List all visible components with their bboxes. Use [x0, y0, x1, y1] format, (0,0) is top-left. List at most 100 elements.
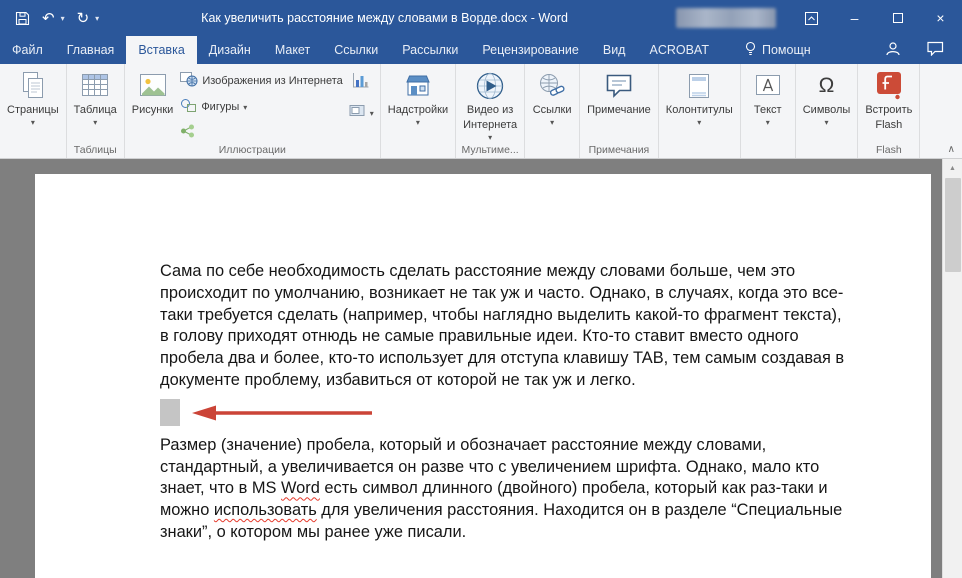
illustrations-mini-column: ▾ — [346, 66, 377, 122]
maximize-button[interactable] — [876, 0, 919, 36]
screenshot-button[interactable]: ▾ — [346, 103, 377, 122]
red-arrow-annotation — [184, 399, 376, 427]
tab-acrobat[interactable]: ACROBAT — [637, 36, 721, 64]
online-pictures-label: Изображения из Интернета — [202, 75, 342, 87]
scrollbar-thumb[interactable] — [945, 178, 961, 272]
text-dropdown-icon: ▾ — [766, 119, 770, 127]
addins-label: Надстройки — [388, 104, 448, 117]
ribbon-group-header-footer: Колонтитулы ▾ — [659, 64, 741, 158]
minimize-button[interactable]: – — [833, 0, 876, 36]
share-comment-icon[interactable] — [927, 41, 944, 59]
screenshot-icon — [349, 104, 366, 121]
ribbon-group-comments: Примечание Примечания — [580, 64, 659, 158]
tell-me-helper[interactable]: Помощн — [735, 36, 821, 64]
pictures-button[interactable]: Рисунки — [128, 66, 178, 117]
pages-dropdown-icon: ▾ — [31, 119, 35, 127]
group-label-comments: Примечания — [580, 144, 658, 156]
pages-icon — [20, 69, 46, 102]
links-button[interactable]: Ссылки ▾ — [528, 66, 576, 127]
pictures-icon — [138, 69, 168, 102]
symbols-label: Символы — [803, 104, 851, 117]
ribbon-group-flash: Встроить Flash Flash — [858, 64, 920, 158]
ribbon-group-symbols: Ω Символы ▾ — [796, 64, 859, 158]
ribbon-group-pages: Страницы ▾ — [0, 64, 67, 158]
quick-access-toolbar: ↶ ▾ ↻ ▾ — [0, 11, 99, 26]
embed-flash-label-line1: Встроить — [865, 104, 912, 117]
smartart-icon — [180, 124, 196, 141]
online-pictures-icon — [180, 71, 198, 90]
tab-design[interactable]: Дизайн — [197, 36, 263, 64]
paragraph-2[interactable]: Размер (значение) пробела, который и обо… — [160, 435, 847, 544]
redacted-username — [676, 8, 776, 28]
shapes-icon — [180, 98, 197, 116]
flash-icon — [876, 69, 902, 102]
document-text: Сама по себе необходимость сделать расст… — [160, 261, 847, 544]
online-video-label-line2: Интернета — [463, 119, 517, 132]
collapse-ribbon-button[interactable]: ∧ — [948, 144, 955, 155]
comment-button[interactable]: Примечание — [583, 66, 655, 117]
embed-flash-button[interactable]: Встроить Flash — [861, 66, 916, 132]
selected-space-highlight[interactable] — [160, 399, 180, 426]
save-icon[interactable] — [15, 11, 30, 26]
selected-space-line — [160, 398, 847, 428]
undo-icon[interactable]: ↶ — [42, 11, 55, 26]
spellcheck-underlined-word: Word — [281, 479, 320, 497]
ribbon-group-multimedia: Видео из Интернета ▾ Мультиме... — [456, 64, 525, 158]
scroll-up-button[interactable]: ▲ — [943, 159, 962, 177]
ribbon-display-options-button[interactable] — [790, 0, 833, 36]
vertical-scrollbar[interactable]: ▲ — [942, 159, 962, 578]
text-label: Текст — [754, 104, 782, 117]
links-label: Ссылки — [533, 104, 572, 117]
chart-button[interactable] — [352, 72, 370, 94]
ribbon-group-tables: Таблица ▾ Таблицы — [67, 64, 125, 158]
document-area: Сама по себе необходимость сделать расст… — [0, 159, 962, 578]
undo-dropdown-icon[interactable]: ▾ — [61, 14, 65, 23]
shapes-button[interactable]: Фигуры ▾ — [177, 97, 345, 117]
tab-references[interactable]: Ссылки — [322, 36, 390, 64]
table-icon — [80, 69, 110, 102]
online-video-dropdown-icon: ▾ — [488, 134, 492, 142]
screenshot-dropdown-icon: ▾ — [370, 110, 374, 118]
spellcheck-underlined-word: использовать — [214, 501, 317, 519]
addins-button[interactable]: Надстройки ▾ — [384, 66, 452, 127]
paragraph-1[interactable]: Сама по себе необходимость сделать расст… — [160, 261, 847, 392]
embed-flash-label-line2: Flash — [875, 119, 902, 132]
ribbon-insert: Страницы ▾ Таблица ▾ Таблицы Рисунки — [0, 64, 962, 159]
document-page[interactable]: Сама по себе необходимость сделать расст… — [35, 174, 931, 578]
window-controls: – × — [790, 0, 962, 36]
omega-icon: Ω — [819, 69, 835, 102]
shapes-label: Фигуры — [201, 101, 239, 113]
text-box-icon — [754, 69, 782, 102]
tab-insert[interactable]: Вставка — [126, 36, 196, 64]
sign-in-person-icon[interactable] — [885, 41, 901, 60]
tab-review[interactable]: Рецензирование — [470, 36, 591, 64]
text-button[interactable]: Текст ▾ — [744, 66, 792, 127]
header-footer-dropdown-icon: ▾ — [697, 119, 701, 127]
online-video-button[interactable]: Видео из Интернета ▾ — [459, 66, 521, 142]
redo-icon[interactable]: ↻ — [77, 11, 90, 26]
table-button[interactable]: Таблица ▾ — [70, 66, 121, 127]
close-button[interactable]: × — [919, 0, 962, 36]
ribbon-group-text: Текст ▾ — [741, 64, 796, 158]
tab-view[interactable]: Вид — [591, 36, 638, 64]
comment-label: Примечание — [587, 104, 651, 117]
comment-icon — [604, 69, 634, 102]
group-label-illustrations: Иллюстрации — [125, 144, 380, 156]
header-footer-label: Колонтитулы — [666, 104, 733, 117]
titlebar: ↶ ▾ ↻ ▾ Как увеличить расстояние между с… — [0, 0, 962, 36]
illustrations-small-buttons: Изображения из Интернета Фигуры ▾ — [177, 66, 345, 142]
online-pictures-button[interactable]: Изображения из Интернета — [177, 70, 345, 91]
group-label-flash: Flash — [858, 144, 919, 156]
helper-label: Помощн — [762, 43, 811, 57]
tab-mailings[interactable]: Рассылки — [390, 36, 470, 64]
tab-home[interactable]: Главная — [55, 36, 127, 64]
smartart-button[interactable] — [177, 123, 345, 142]
shapes-dropdown-icon: ▾ — [243, 104, 247, 112]
group-label-tables: Таблицы — [67, 144, 124, 156]
tab-layout[interactable]: Макет — [263, 36, 322, 64]
header-footer-button[interactable]: Колонтитулы ▾ — [662, 66, 737, 127]
tab-file[interactable]: Файл — [0, 36, 55, 64]
pages-button[interactable]: Страницы ▾ — [3, 66, 63, 127]
links-icon — [538, 69, 566, 102]
symbols-button[interactable]: Ω Символы ▾ — [799, 66, 855, 127]
